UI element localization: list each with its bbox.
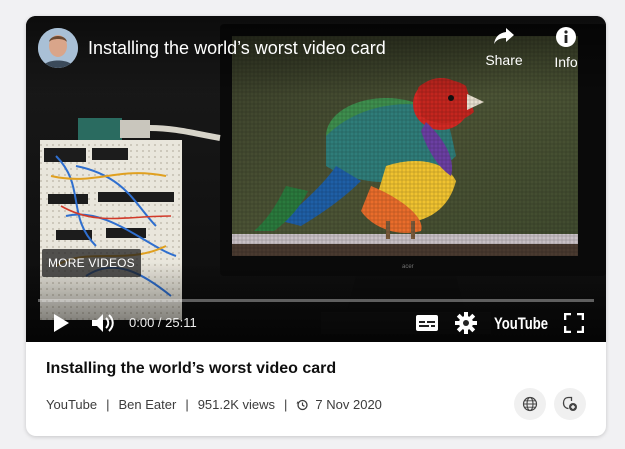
save-to-collection-icon (562, 396, 577, 411)
info-button[interactable]: Info (546, 26, 586, 70)
play-icon (54, 314, 69, 332)
video-card: acer (26, 16, 606, 436)
view-count: 951.2K views (197, 397, 276, 412)
card-info: Installing the world’s worst video card (46, 360, 586, 378)
subtitles-icon (416, 315, 438, 331)
share-arrow-icon (494, 28, 514, 44)
video-player[interactable]: acer (26, 16, 606, 342)
info-icon (556, 27, 576, 47)
volume-button[interactable] (88, 310, 118, 336)
channel-avatar[interactable] (38, 28, 78, 68)
volume-icon (92, 314, 114, 332)
play-button[interactable] (48, 310, 74, 336)
publish-date: 7 Nov 2020 (315, 397, 382, 412)
subtitles-button[interactable] (414, 311, 440, 335)
globe-icon (522, 396, 538, 412)
info-label: Info (554, 54, 578, 70)
save-button[interactable] (554, 388, 586, 420)
globe-button[interactable] (514, 388, 546, 420)
meta-separator: | (106, 397, 110, 412)
meta-separator: | (185, 397, 189, 412)
history-icon (296, 399, 309, 410)
card-title[interactable]: Installing the world’s worst video card (46, 360, 586, 378)
source-label: YouTube (46, 397, 98, 412)
share-label: Share (485, 52, 523, 68)
avatar-image (38, 28, 78, 68)
video-meta: YouTube | Ben Eater | 951.2K views | 7 N… (46, 397, 382, 412)
share-button[interactable]: Share (482, 26, 526, 68)
youtube-logo-text: YouTube (494, 314, 548, 333)
fullscreen-icon (564, 313, 584, 333)
time-display: 0:00 / 25:11 (129, 315, 197, 330)
meta-separator: | (284, 397, 288, 412)
video-title[interactable]: Installing the world’s worst video card (88, 38, 386, 59)
youtube-logo-mark: YouTube (494, 314, 548, 333)
gear-icon (455, 312, 477, 334)
progress-bar[interactable] (38, 299, 594, 302)
youtube-logo[interactable]: YouTube (492, 310, 550, 336)
more-videos-button[interactable]: MORE VIDEOS (42, 249, 141, 277)
settings-button[interactable] (453, 310, 479, 336)
fullscreen-button[interactable] (561, 310, 587, 336)
channel-name[interactable]: Ben Eater (118, 397, 176, 412)
